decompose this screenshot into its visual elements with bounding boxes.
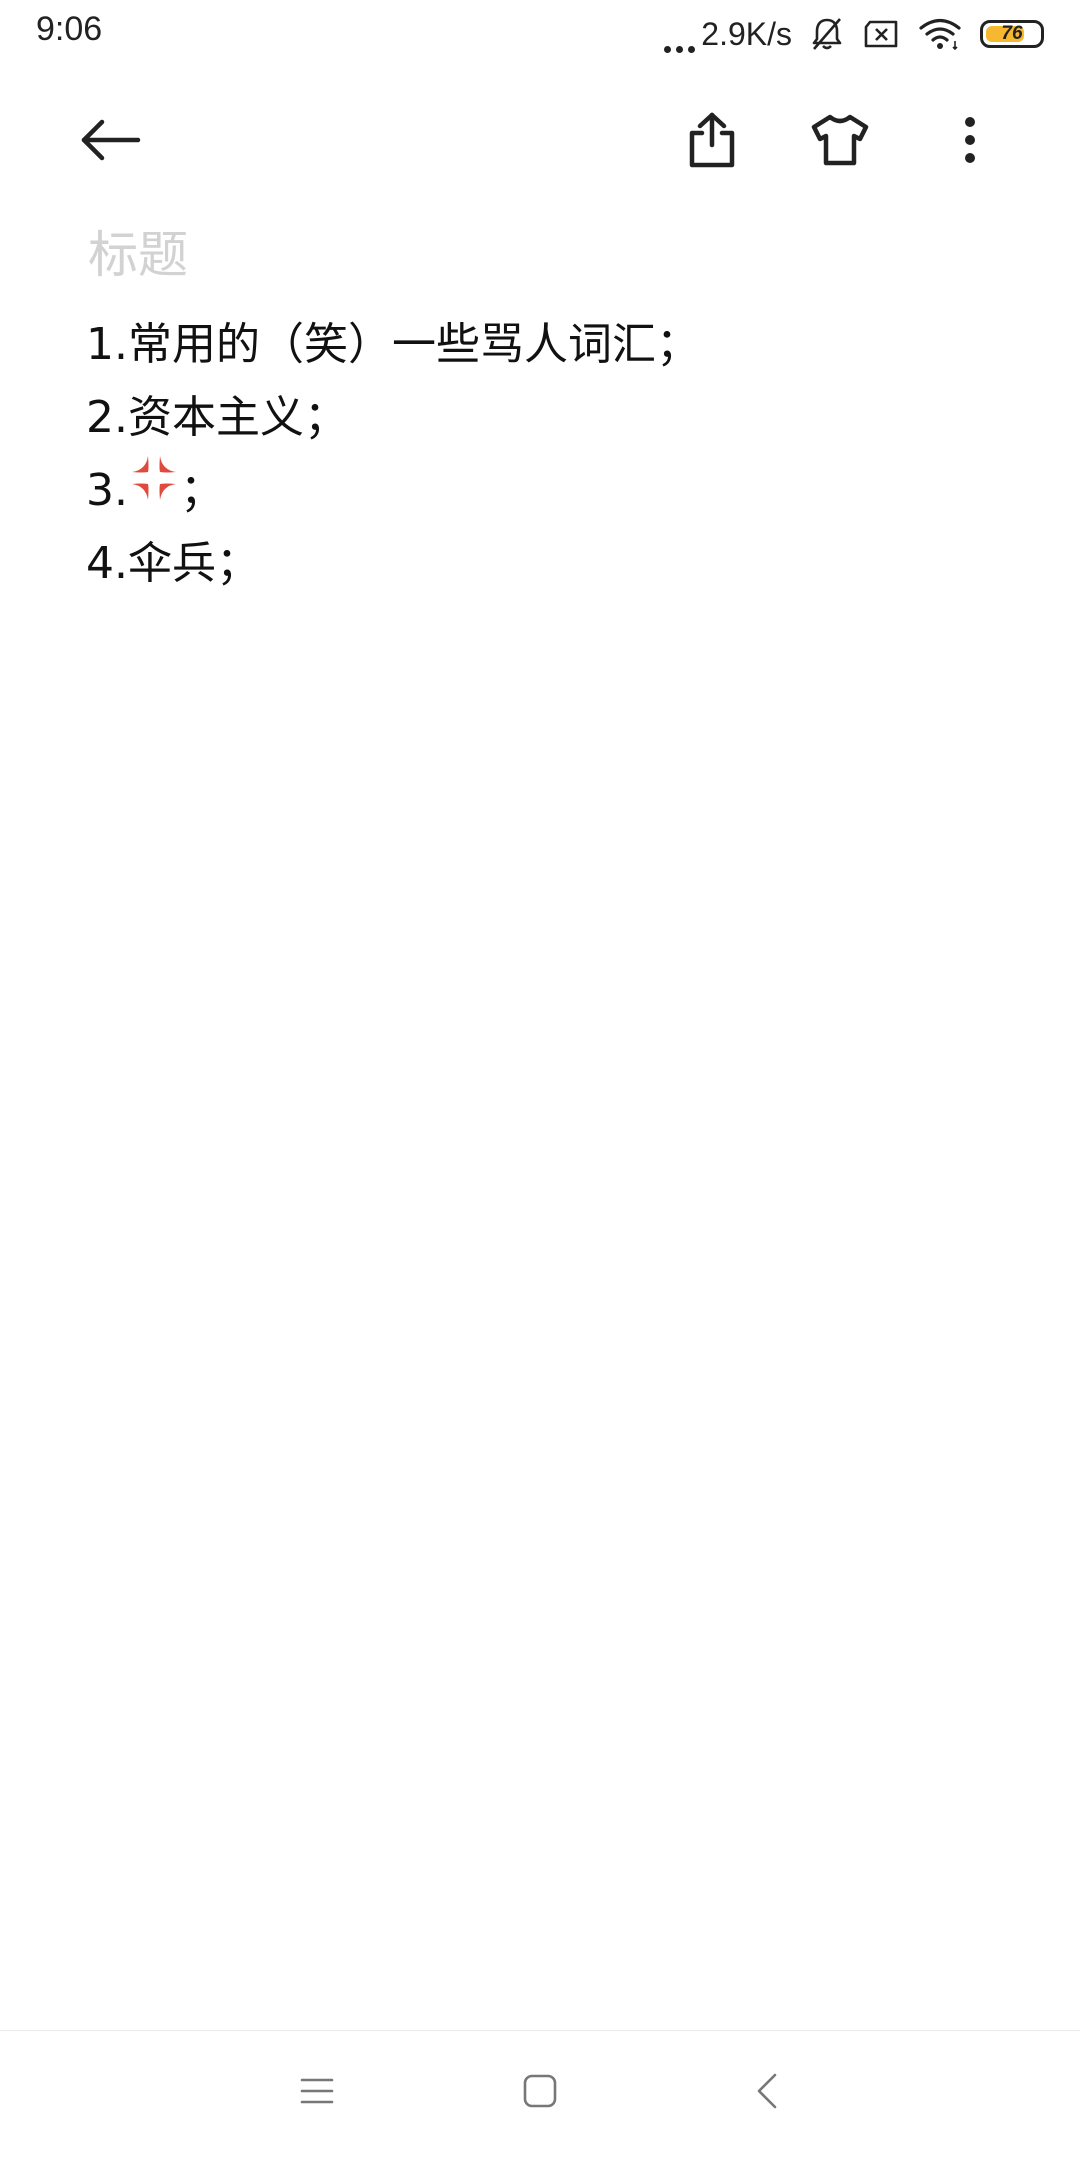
system-nav-bar [0, 2031, 1080, 2160]
back-button[interactable] [70, 100, 150, 180]
status-icons: 2.9K/s 76 [664, 12, 1044, 56]
battery-icon: 76 [980, 20, 1044, 48]
note-title-field[interactable]: 标题 [88, 215, 188, 287]
wifi-icon [918, 17, 962, 51]
note-editor-screen: 9:06 2.9K/s 76 标题 1.常用的（笑）一些骂人词汇； 2.资本主义… [0, 0, 1080, 2160]
line-number: 1. [86, 319, 128, 370]
note-line: 1.常用的（笑）一些骂人词汇； [86, 308, 986, 381]
note-line: 2.资本主义； [86, 381, 986, 454]
more-vert-icon [965, 117, 975, 163]
bell-muted-icon [810, 16, 844, 52]
menu-icon [300, 2078, 334, 2104]
line-number: 4. [86, 538, 128, 589]
share-icon [689, 112, 735, 168]
back-chevron-icon [757, 2073, 777, 2109]
note-line: 4.伞兵； [86, 527, 986, 600]
theme-button[interactable] [800, 100, 880, 180]
back-arrow-icon [81, 119, 141, 161]
line-number: 2. [86, 392, 128, 443]
line-text: 资本主义； [127, 392, 348, 443]
home-square-icon [523, 2074, 557, 2108]
top-toolbar [0, 100, 1080, 180]
status-time: 9:06 [36, 10, 103, 48]
line-text: ； [179, 465, 224, 516]
battery-level: 76 [1001, 23, 1023, 44]
network-speed: 2.9K/s [701, 15, 792, 52]
status-bar: 9:06 2.9K/s 76 [0, 0, 1080, 66]
more-dots-icon [664, 15, 696, 53]
anger-symbol-icon [128, 452, 180, 526]
tshirt-theme-icon [811, 114, 869, 166]
more-options-button[interactable] [930, 100, 1010, 180]
note-line: 3. ； [86, 454, 986, 527]
back-nav-button[interactable] [727, 2051, 807, 2131]
note-body-editor[interactable]: 1.常用的（笑）一些骂人词汇； 2.资本主义； 3. ； 4.伞兵； [86, 308, 986, 600]
line-text: 常用的（笑）一些骂人词汇； [127, 319, 700, 370]
home-button[interactable] [500, 2051, 580, 2131]
sim-x-icon [862, 19, 900, 49]
share-button[interactable] [672, 100, 752, 180]
recent-apps-button[interactable] [277, 2051, 357, 2131]
line-number: 3. [86, 465, 128, 516]
line-text: 伞兵； [127, 538, 260, 589]
